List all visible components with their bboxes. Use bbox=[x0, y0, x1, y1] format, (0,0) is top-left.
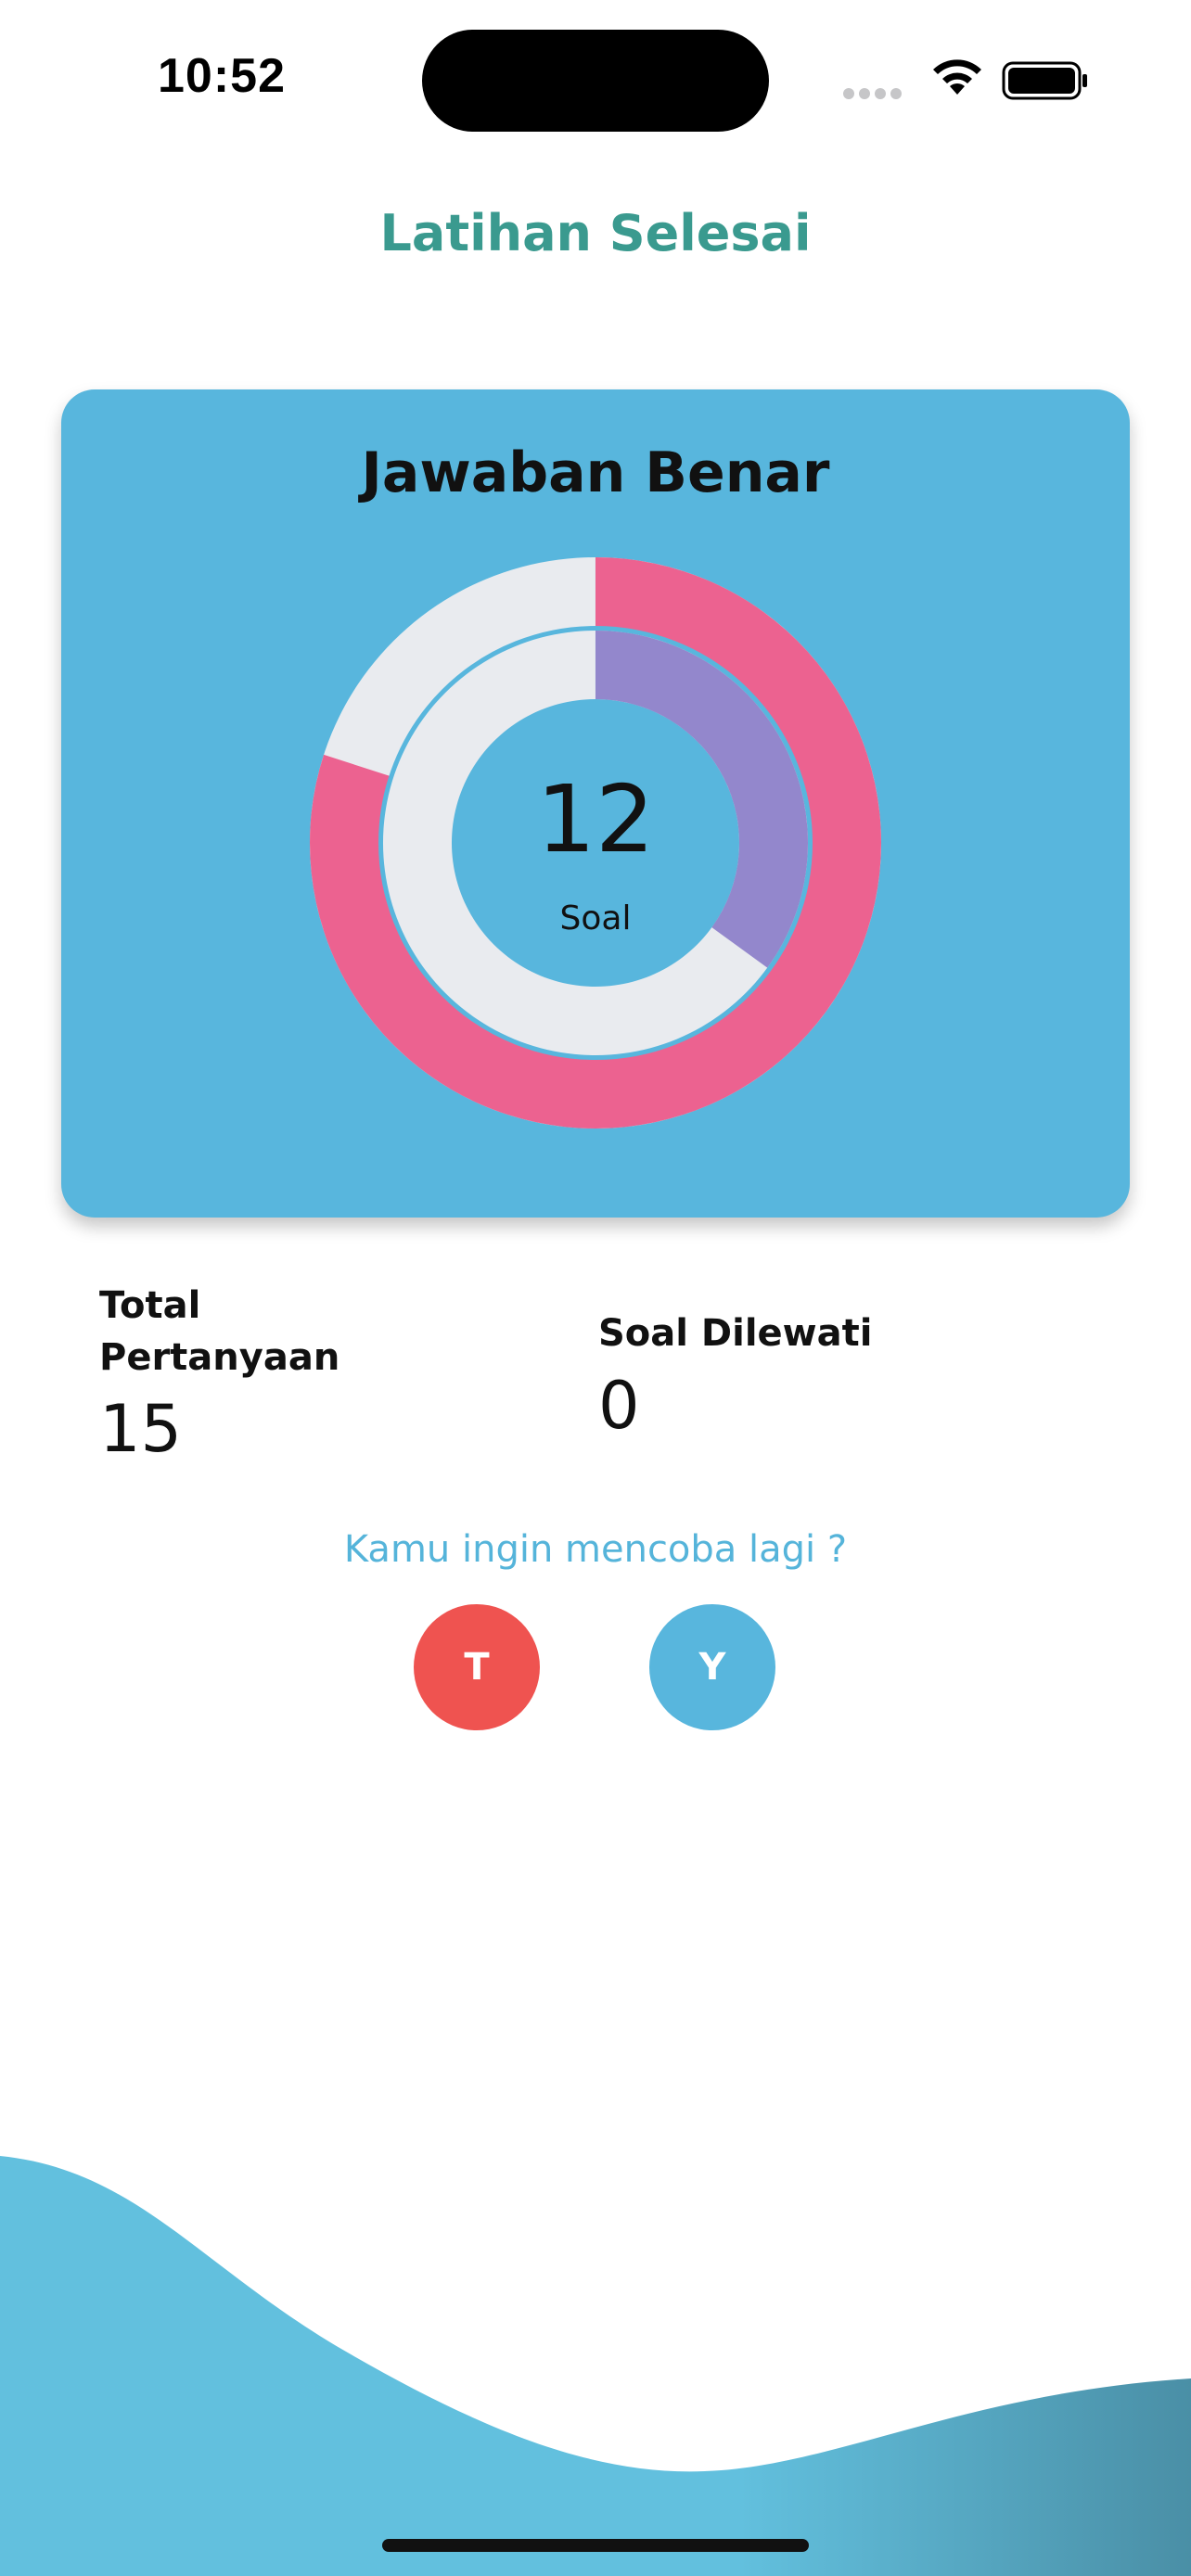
correct-count-label: Soal bbox=[559, 899, 632, 937]
skipped-questions-label: Soal Dilewati bbox=[598, 1312, 873, 1355]
no-button[interactable]: T bbox=[414, 1604, 540, 1730]
total-questions-label: Total Pertanyaan bbox=[99, 1284, 340, 1379]
cellular-signal-icon bbox=[843, 85, 906, 103]
page-title: Latihan Selesai bbox=[379, 204, 812, 262]
retry-question: Kamu ingin mencoba lagi ? bbox=[343, 1528, 848, 1571]
skipped-questions-value: 0 bbox=[598, 1368, 640, 1444]
status-time: 10:52 bbox=[158, 49, 286, 103]
decorative-wave bbox=[0, 2156, 1191, 2576]
card-title: Jawaban Benar bbox=[361, 440, 830, 505]
correct-count: 12 bbox=[536, 765, 655, 874]
status-icons bbox=[839, 54, 1090, 106]
wifi-icon bbox=[933, 59, 981, 95]
dynamic-island bbox=[422, 30, 769, 132]
battery-icon bbox=[1002, 61, 1087, 100]
home-indicator bbox=[382, 2539, 809, 2552]
total-questions-value: 15 bbox=[99, 1391, 183, 1467]
result-card: Jawaban Benar 12 Soal bbox=[61, 389, 1130, 1218]
yes-button[interactable]: Y bbox=[649, 1604, 775, 1730]
